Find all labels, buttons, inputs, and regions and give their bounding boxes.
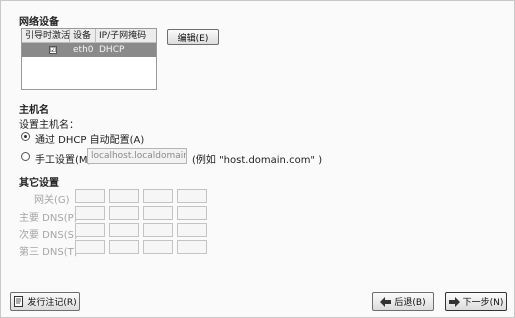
dhcp-radio[interactable]	[21, 132, 30, 141]
release-notes-label: 发行注记(R)	[27, 298, 77, 308]
dns3-octet-1[interactable]	[75, 240, 105, 254]
document-icon	[14, 296, 24, 307]
dns2-octet-3[interactable]	[143, 223, 173, 237]
manual-option-label[interactable]: 手工设置(M)	[35, 151, 91, 166]
device-ip: DHCP	[99, 45, 125, 55]
dns1-octet-1[interactable]	[75, 206, 105, 220]
column-header-ip[interactable]: IP/子网掩码	[96, 29, 149, 43]
dns2-label: 次要 DNS(S)	[19, 230, 78, 241]
dns3-octet-2[interactable]	[109, 240, 139, 254]
gateway-octet-4[interactable]	[177, 189, 207, 203]
dns2-octet-1[interactable]	[75, 223, 105, 237]
back-button[interactable]: 后退(B)	[372, 292, 434, 311]
dns2-octet-2[interactable]	[109, 223, 139, 237]
dns3-octet-3[interactable]	[143, 240, 173, 254]
column-header-active[interactable]: 引导时激活	[22, 28, 70, 43]
dns1-octet-4[interactable]	[177, 206, 207, 220]
dns1-octet-2[interactable]	[109, 206, 139, 220]
release-notes-button[interactable]: 发行注记(R)	[10, 292, 80, 311]
dhcp-option-label[interactable]: 通过 DHCP 自动配置(A)	[35, 131, 144, 146]
next-button[interactable]: 下一步(N)	[445, 292, 507, 311]
set-hostname-label: 设置主机名：	[19, 120, 79, 131]
active-checkbox[interactable]: ☑	[49, 46, 57, 54]
installer-window: 网络设备 引导时激活 设备 IP/子网掩码 ☑ eth0 DHCP 编辑(E) …	[0, 0, 515, 318]
network-device-table[interactable]: 引导时激活 设备 IP/子网掩码 ☑ eth0 DHCP	[21, 28, 157, 90]
dns1-label: 主要 DNS(P)	[19, 213, 78, 224]
device-table-header: 引导时激活 设备 IP/子网掩码	[22, 28, 156, 43]
arrow-left-icon	[380, 296, 392, 307]
manual-radio[interactable]	[21, 152, 30, 161]
column-header-device[interactable]: 设备	[70, 28, 96, 43]
edit-button[interactable]: 编辑(E)	[167, 29, 219, 45]
next-label: 下一步(N)	[462, 298, 504, 308]
gateway-octet-2[interactable]	[109, 189, 139, 203]
dns1-octet-3[interactable]	[143, 206, 173, 220]
gateway-octet-1[interactable]	[75, 189, 105, 203]
misc-settings-title: 其它设置	[19, 178, 59, 189]
network-devices-title: 网络设备	[19, 17, 59, 28]
hostname-example: (例如 "host.domain.com" )	[192, 155, 323, 166]
dns2-octet-4[interactable]	[177, 223, 207, 237]
edit-button-label: 编辑(E)	[177, 33, 209, 44]
table-row[interactable]: ☑ eth0 DHCP	[22, 43, 156, 57]
device-name: eth0	[73, 45, 94, 55]
dns3-octet-4[interactable]	[177, 240, 207, 254]
gateway-label: 网关(G)	[34, 195, 70, 206]
gateway-octet-3[interactable]	[143, 189, 173, 203]
hostname-input[interactable]: localhost.localdomain	[87, 148, 187, 164]
hostname-title: 主机名	[19, 105, 49, 116]
back-label: 后退(B)	[394, 298, 426, 308]
arrow-right-icon	[448, 296, 460, 307]
dns3-label: 第三 DNS(T)	[19, 247, 78, 258]
